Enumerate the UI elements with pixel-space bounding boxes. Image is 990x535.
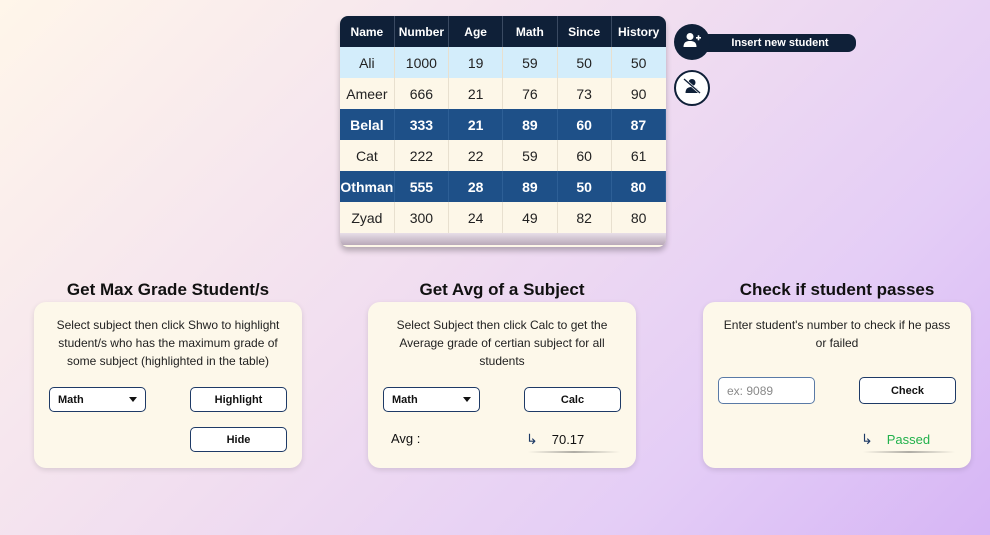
return-arrow-icon: ↳: [526, 431, 538, 447]
remove-user-icon: [683, 77, 701, 99]
cell-math: 59: [502, 47, 558, 78]
cell-math: 89: [502, 171, 558, 202]
cell-history: 61: [611, 140, 666, 171]
cell-name: Othman: [340, 171, 395, 202]
add-student-button[interactable]: [674, 24, 710, 60]
add-user-icon: [683, 32, 701, 53]
cell-math: 76: [502, 78, 558, 109]
cell-number: 300: [394, 202, 450, 233]
cell-since: 60: [557, 140, 612, 171]
check-description: Enter student's number to check if he pa…: [723, 318, 951, 350]
avg-label: Avg :: [391, 431, 421, 446]
cell-name: Cat: [340, 140, 395, 171]
table-row[interactable]: Cat 222 22 59 60 61: [340, 140, 666, 171]
cell-history: 80: [611, 202, 666, 233]
cell-since: 60: [557, 109, 612, 140]
hide-button[interactable]: Hide: [190, 427, 287, 452]
cell-history: 80: [611, 171, 666, 202]
cell-age: 19: [448, 47, 504, 78]
cell-name: Zyad: [340, 202, 395, 233]
avg-subject-panel: Select Subject then click Calc to get th…: [368, 302, 636, 468]
check-pass-panel: Enter student's number to check if he pa…: [703, 302, 971, 468]
max-grade-description: Select subject then click Shwo to highli…: [56, 318, 280, 368]
cell-number: 666: [394, 78, 450, 109]
cell-since: 73: [557, 78, 612, 109]
insert-student-label[interactable]: Insert new student: [704, 34, 856, 52]
cell-number: 1000: [394, 47, 450, 78]
avg-subject-value: Math: [392, 393, 418, 406]
avg-label-row: Avg :: [391, 431, 420, 446]
cell-history: 87: [611, 109, 666, 140]
check-result-row: ↳ Passed: [861, 431, 930, 448]
col-number-header[interactable]: Number: [394, 16, 450, 47]
student-number-input[interactable]: ex: 9089: [718, 377, 815, 404]
avg-subject-title: Get Avg of a Subject: [419, 280, 585, 299]
cell-number: 222: [394, 140, 450, 171]
cell-age: 21: [448, 78, 504, 109]
remove-student-button[interactable]: [674, 70, 710, 106]
table-row[interactable]: Belal 333 21 89 60 87: [340, 109, 666, 140]
max-subject-value: Math: [58, 393, 84, 406]
col-age-header[interactable]: Age: [448, 16, 504, 47]
cell-math: 59: [502, 140, 558, 171]
table-row[interactable]: Ali 1000 19 59 50 50: [340, 47, 666, 78]
avg-value: 70.17: [551, 432, 585, 447]
max-grade-title: Get Max Grade Student/s: [66, 280, 270, 299]
col-since-header[interactable]: Since: [557, 16, 612, 47]
col-name-header[interactable]: Name: [340, 16, 395, 47]
chevron-down-icon: [129, 397, 137, 402]
col-math-header[interactable]: Math: [502, 16, 558, 47]
highlight-button[interactable]: Highlight: [190, 387, 287, 412]
cell-history: 90: [611, 78, 666, 109]
cell-age: 22: [448, 140, 504, 171]
cell-math: 89: [502, 109, 558, 140]
check-button[interactable]: Check: [859, 377, 956, 404]
max-grade-panel: Select subject then click Shwo to highli…: [34, 302, 302, 468]
return-arrow-icon: ↳: [861, 431, 873, 447]
cell-name: Ali: [340, 47, 395, 78]
table-scrollbar[interactable]: [340, 233, 666, 245]
cell-number: 555: [394, 171, 450, 202]
check-result-status: Passed: [886, 432, 931, 447]
cell-age: 21: [448, 109, 504, 140]
table-row[interactable]: Othman 555 28 89 50 80: [340, 171, 666, 202]
cell-number: 333: [394, 109, 450, 140]
cell-since: 50: [557, 171, 612, 202]
avg-description: Select Subject then click Calc to get th…: [396, 318, 608, 368]
cell-math: 49: [502, 202, 558, 233]
max-subject-select[interactable]: Math: [49, 387, 146, 412]
calc-button[interactable]: Calc: [524, 387, 621, 412]
cell-since: 50: [557, 47, 612, 78]
cell-age: 28: [448, 171, 504, 202]
student-number-placeholder: ex: 9089: [727, 383, 774, 398]
table-row[interactable]: Ameer 666 21 76 73 90: [340, 78, 666, 109]
cell-since: 82: [557, 202, 612, 233]
cell-name: Belal: [340, 109, 395, 140]
col-history-header[interactable]: History: [611, 16, 666, 47]
cell-name: Ameer: [340, 78, 395, 109]
avg-subject-select[interactable]: Math: [383, 387, 480, 412]
avg-result-row: ↳ 70.17: [526, 431, 584, 448]
table-row[interactable]: Zyad 300 24 49 82 80: [340, 202, 666, 233]
chevron-down-icon: [463, 397, 471, 402]
cell-history: 50: [611, 47, 666, 78]
avg-underline: [528, 451, 620, 453]
cell-age: 24: [448, 202, 504, 233]
check-underline: [863, 451, 955, 453]
students-table: Name Number Age Math Since History Ali 1…: [340, 16, 666, 247]
check-pass-title: Check if student passes: [739, 280, 935, 299]
table-header-row: Name Number Age Math Since History: [340, 16, 666, 47]
